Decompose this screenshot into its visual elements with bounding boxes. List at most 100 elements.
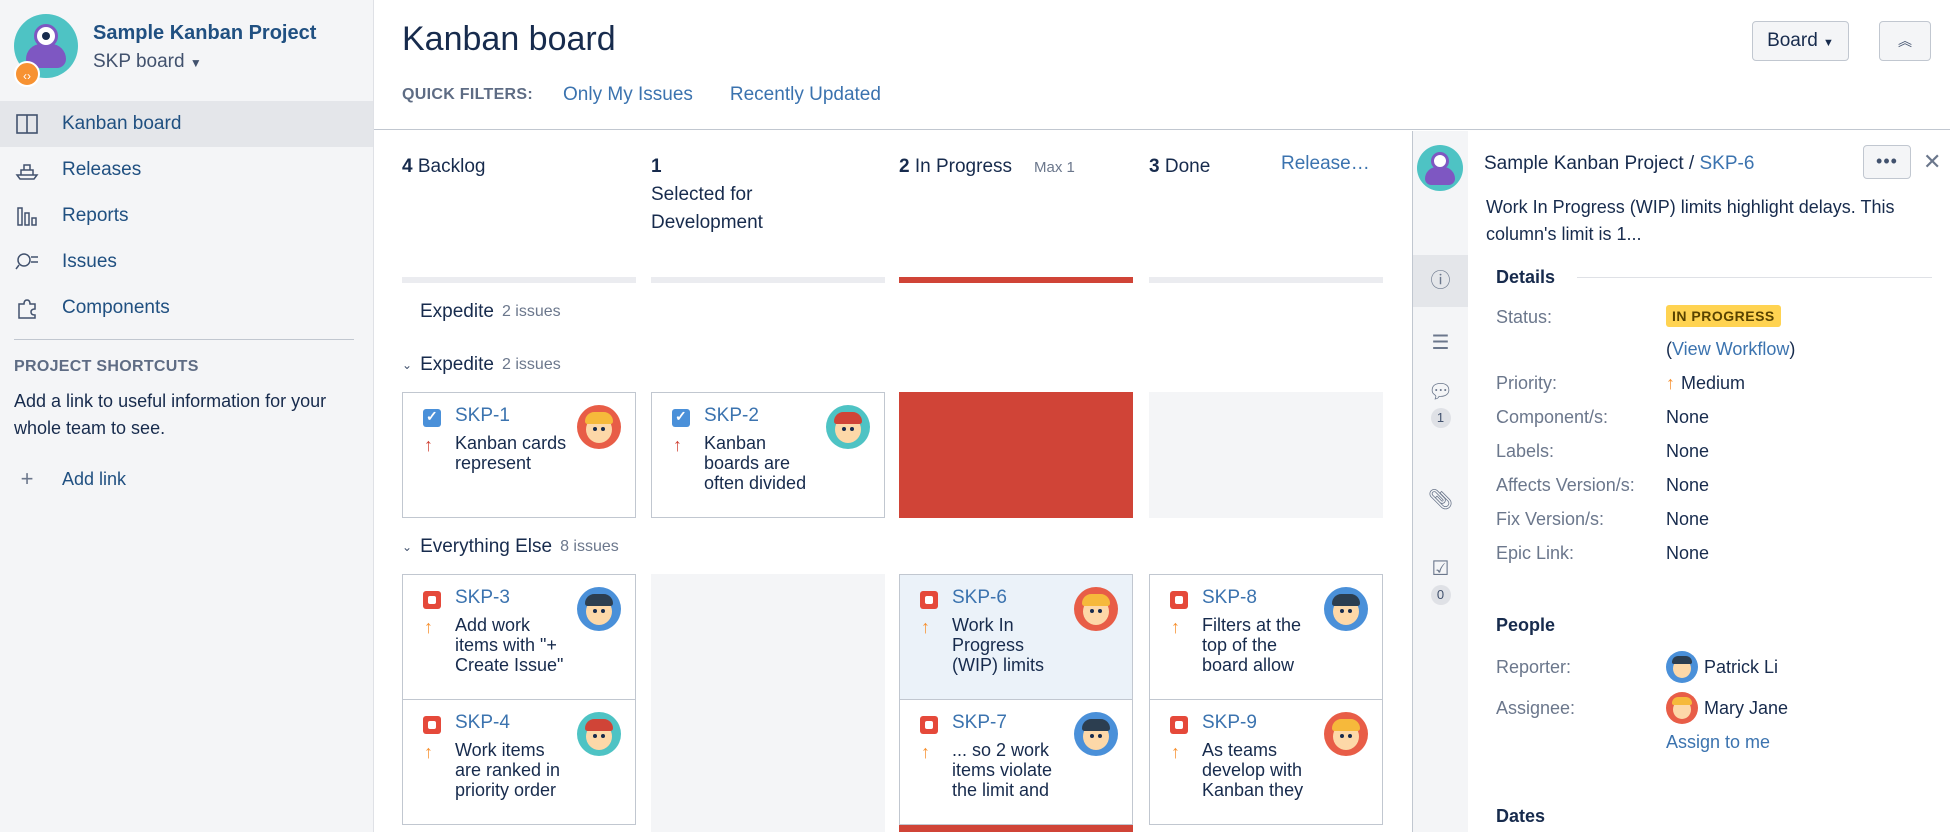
details-divider	[1577, 277, 1932, 278]
priority-arrow-icon: ↑	[673, 435, 682, 455]
swimlane-count: 2 issues	[501, 303, 561, 320]
search-list-icon	[14, 249, 40, 275]
issue-key[interactable]: SKP-6	[952, 587, 1007, 609]
priority-arrow-icon: ↑	[921, 742, 930, 762]
issue-card[interactable]: ↑ SKP-7 ... so 2 work items violate the li…	[899, 699, 1133, 825]
issue-summary: As teams develop with Kanban they	[1202, 740, 1304, 800]
issue-key-link[interactable]: SKP-6	[1699, 153, 1754, 174]
quick-filters: QUICK FILTERS: Only My Issues Recently U…	[402, 84, 918, 106]
assign-to-me-link[interactable]: Assign to me	[1666, 732, 1770, 753]
issue-key[interactable]: SKP-3	[455, 587, 510, 609]
assignee-avatar	[1324, 587, 1368, 631]
issue-summary: Work In Progress (WIP) limits	[952, 615, 1044, 675]
bug-icon	[1170, 716, 1188, 734]
sidebar-item-components[interactable]: Components	[0, 285, 373, 331]
assignee-label: Assignee:	[1496, 698, 1576, 718]
collapse-header-button[interactable]: ︽	[1879, 21, 1931, 61]
issue-key[interactable]: SKP-4	[455, 712, 510, 734]
fix-version-value: None	[1666, 509, 1710, 529]
comment-icon: 💬︎	[1427, 381, 1454, 403]
board-switcher[interactable]: SKP board ▼	[93, 51, 202, 73]
column-header-in-progress: 2 In Progress Max 1	[899, 153, 1075, 182]
add-link-button[interactable]: + Add link	[14, 466, 126, 492]
assignee-avatar	[1666, 692, 1698, 724]
column-name: In Progress	[914, 156, 1013, 177]
info-icon: ⓘ	[1430, 270, 1451, 292]
issue-card[interactable]: ↑ SKP-6 Work In Progress (WIP) limits	[899, 574, 1133, 700]
swimlane-name: Everything Else	[420, 536, 553, 557]
priority-arrow-icon: ↑	[424, 742, 433, 762]
breadcrumb: Sample Kanban Project / SKP-6	[1484, 153, 1754, 175]
affects-version-label: Affects Version/s:	[1496, 475, 1635, 495]
board-header: Kanban board QUICK FILTERS: Only My Issu…	[374, 0, 1950, 130]
close-panel-button[interactable]: ✕	[1923, 149, 1941, 175]
swimlane-everything-else[interactable]: ⌄ Everything Else 8 issues	[402, 536, 619, 558]
breadcrumb-project: Sample Kanban Project	[1484, 153, 1684, 174]
wip-limit-cell	[899, 825, 1133, 832]
more-actions-button[interactable]: •••	[1863, 145, 1911, 179]
sidebar-item-label: Kanban board	[62, 113, 182, 134]
arrow-up-icon: ↑	[1666, 373, 1675, 393]
column-name: Selected for Development	[651, 184, 763, 233]
quick-filters-label: QUICK FILTERS:	[402, 86, 534, 103]
issue-detail-panel: ⓘ ☰ 💬︎ 1 📎︎ ☑ 0 Sample Kanban Project / SK…	[1412, 131, 1950, 832]
column-name: Backlog	[417, 156, 486, 177]
filter-only-my-issues[interactable]: Only My Issues	[563, 84, 693, 106]
release-link[interactable]: Release…	[1281, 153, 1370, 175]
swimlane-expedite[interactable]: ⌄ Expedite 2 issues	[402, 354, 561, 376]
bug-icon	[920, 591, 938, 609]
chevron-down-icon: ⌄	[402, 540, 413, 554]
code-icon: ‹›	[14, 61, 40, 87]
issue-card[interactable]: ↑ SKP-9 As teams develop with Kanban they	[1149, 699, 1383, 825]
issue-key[interactable]: SKP-7	[952, 712, 1007, 734]
issue-key[interactable]: SKP-2	[704, 405, 759, 427]
sidebar-item-kanban-board[interactable]: Kanban board	[0, 101, 373, 147]
column-count: 4	[402, 156, 413, 177]
details-tab[interactable]: ⓘ	[1413, 255, 1468, 307]
status-label: Status:	[1496, 307, 1553, 327]
plus-icon: +	[20, 466, 34, 491]
issue-key[interactable]: SKP-1	[455, 405, 510, 427]
detail-nav-rail: ⓘ ☰ 💬︎ 1 📎︎ ☑ 0	[1413, 131, 1468, 832]
checklist-count: 0	[1430, 585, 1451, 605]
description-tab[interactable]: ☰	[1413, 323, 1468, 363]
reporter-label: Reporter:	[1496, 657, 1572, 677]
column-count: 1	[651, 156, 662, 177]
assignee-avatar	[826, 405, 870, 449]
reporter-name: Patrick Li	[1704, 656, 1779, 677]
project-name[interactable]: Sample Kanban Project	[93, 22, 316, 45]
comments-tab[interactable]: 💬︎ 1	[1413, 379, 1468, 428]
paperclip-icon: 📎︎	[1427, 489, 1454, 511]
board-menu-button[interactable]: Board ▼	[1752, 21, 1849, 61]
issue-card[interactable]: ↑ SKP-8 Filters at the top of the board al…	[1149, 574, 1383, 700]
issue-card[interactable]: ↑ SKP-3 Add work items with "+ Create Issu…	[402, 574, 636, 700]
issue-card[interactable]: ↑ SKP-1 Kanban cards represent	[402, 392, 636, 518]
labels-value: None	[1666, 441, 1710, 461]
sidebar-item-issues[interactable]: Issues	[0, 239, 373, 285]
assignee-value: Mary Jane	[1666, 692, 1788, 724]
issue-summary: Work In Progress (WIP) limits highlight …	[1486, 197, 1895, 244]
issue-key[interactable]: SKP-9	[1202, 712, 1257, 734]
attachments-tab[interactable]: 📎︎	[1413, 487, 1468, 512]
issue-card[interactable]: ↑ SKP-4 Work items are ranked in priority …	[402, 699, 636, 825]
puzzle-icon	[14, 295, 40, 321]
issue-key[interactable]: SKP-8	[1202, 587, 1257, 609]
assignee-avatar	[577, 587, 621, 631]
bug-icon	[920, 716, 938, 734]
sidebar-item-releases[interactable]: Releases	[0, 147, 373, 193]
priority-arrow-icon: ↑	[424, 617, 433, 637]
bug-icon	[1170, 591, 1188, 609]
sidebar-item-reports[interactable]: Reports	[0, 193, 373, 239]
view-workflow-link[interactable]: View Workflow	[1672, 339, 1789, 360]
sidebar-item-label: Issues	[62, 251, 117, 272]
priority-arrow-icon: ↑	[921, 617, 930, 637]
issue-card[interactable]: ↑ SKP-2 Kanban boards are often divided	[651, 392, 885, 518]
bug-icon	[423, 591, 441, 609]
filter-recently-updated[interactable]: Recently Updated	[730, 84, 881, 106]
board-icon	[14, 111, 40, 137]
checklist-tab[interactable]: ☑ 0	[1413, 556, 1468, 605]
sidebar-nav: Kanban board Releases Reports Issues Com…	[0, 101, 373, 331]
reporter-avatar	[1666, 651, 1698, 683]
comment-count: 1	[1430, 408, 1451, 428]
project-sidebar: ‹› Sample Kanban Project SKP board ▼ Kan…	[0, 0, 374, 832]
